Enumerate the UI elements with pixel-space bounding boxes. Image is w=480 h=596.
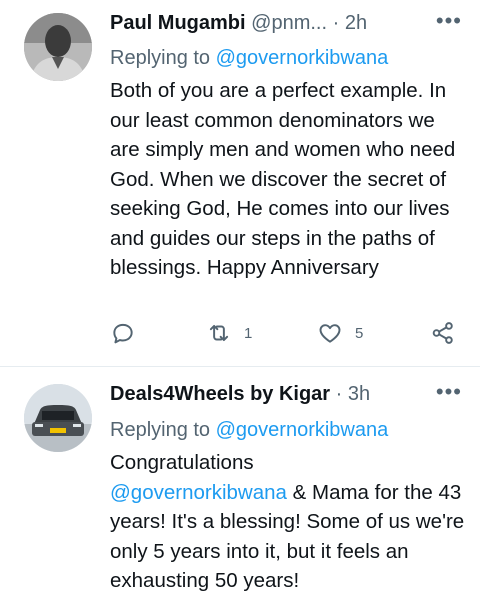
retweet-count: 1 bbox=[244, 324, 253, 342]
retweet-button[interactable]: 1 bbox=[206, 318, 252, 348]
timestamp[interactable]: 2h bbox=[345, 12, 367, 34]
more-options-icon[interactable]: ••• bbox=[436, 379, 462, 405]
avatar-photo bbox=[24, 13, 92, 81]
tweet-actions: 1 5 bbox=[110, 318, 460, 348]
tweet-mention[interactable]: @governorkibwana bbox=[110, 481, 287, 504]
display-name[interactable]: Deals4Wheels by Kigar bbox=[110, 383, 330, 405]
separator-dot: · bbox=[335, 383, 343, 405]
reply-button[interactable] bbox=[110, 318, 136, 348]
reply-icon bbox=[113, 323, 133, 344]
replying-to-mention[interactable]: @governorkibwana bbox=[216, 419, 389, 441]
avatar[interactable] bbox=[24, 13, 92, 81]
tweet-text: Both of you are a perfect example. In ou… bbox=[110, 79, 456, 279]
display-name[interactable]: Paul Mugambi bbox=[110, 12, 246, 34]
separator-dot: · bbox=[332, 12, 340, 34]
tweet-text-line: Congratulations bbox=[110, 451, 254, 474]
share-icon bbox=[432, 322, 453, 344]
tweet-header: Paul Mugambi @pnm... · 2h ••• bbox=[110, 8, 462, 42]
tweet-deals4wheels[interactable]: Deals4Wheels by Kigar · 3h ••• Replying … bbox=[0, 367, 480, 592]
like-button[interactable]: 5 bbox=[317, 318, 363, 348]
replying-to: Replying to @governorkibwana bbox=[110, 419, 388, 442]
replying-to: Replying to @governorkibwana bbox=[110, 47, 388, 70]
replying-to-label: Replying to bbox=[110, 419, 211, 441]
more-options-icon[interactable]: ••• bbox=[436, 8, 462, 34]
tweet-header: Deals4Wheels by Kigar · 3h ••• bbox=[110, 379, 462, 413]
like-count: 5 bbox=[355, 324, 364, 342]
timestamp[interactable]: 3h bbox=[348, 383, 370, 405]
tweet-text: Congratulations @governorkibwana & Mama … bbox=[110, 448, 465, 596]
avatar-car-photo bbox=[24, 384, 92, 452]
share-button[interactable] bbox=[430, 318, 456, 348]
retweet-icon bbox=[209, 324, 229, 342]
tweet-paul-mugambi[interactable]: Paul Mugambi @pnm... · 2h ••• Replying t… bbox=[0, 0, 480, 367]
user-handle[interactable]: @pnm... bbox=[251, 12, 327, 34]
heart-icon bbox=[319, 324, 341, 343]
avatar[interactable] bbox=[24, 384, 92, 452]
replying-to-mention[interactable]: @governorkibwana bbox=[216, 47, 389, 69]
replying-to-label: Replying to bbox=[110, 47, 211, 69]
